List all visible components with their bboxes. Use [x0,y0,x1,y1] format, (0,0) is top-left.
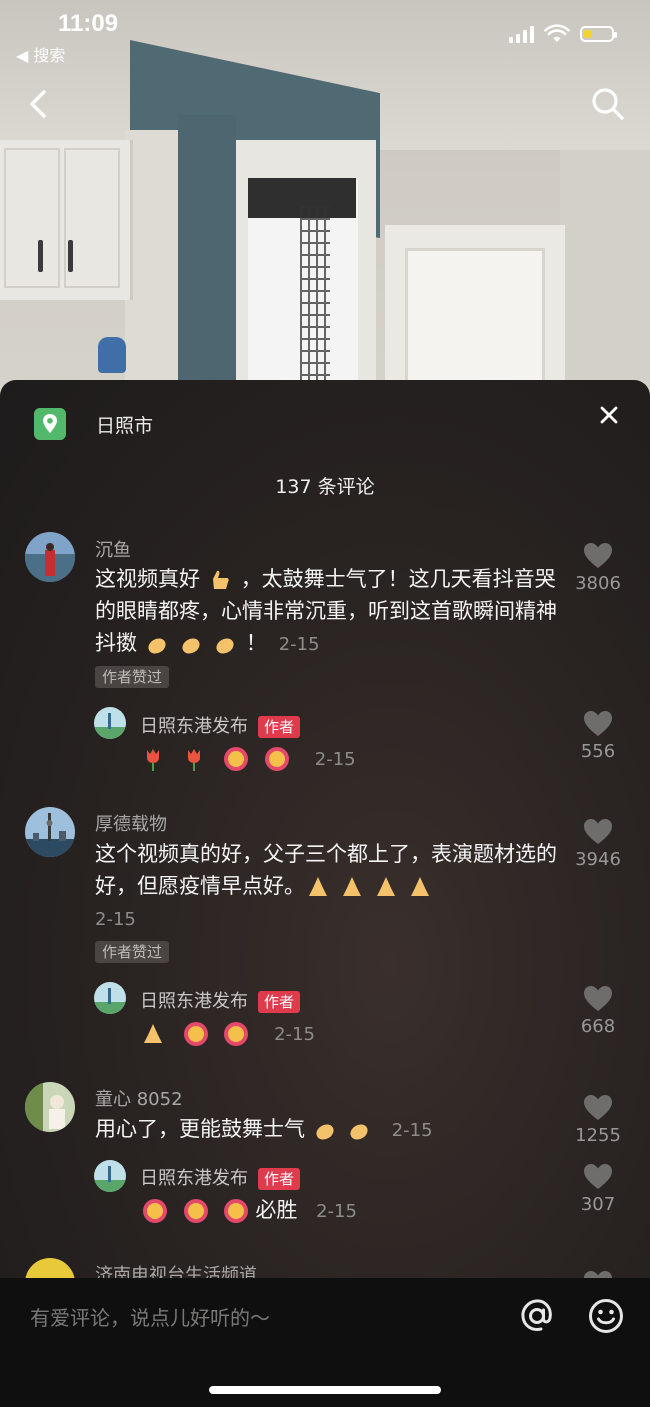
like-button[interactable]: 556 [568,710,628,762]
blue-pillar [178,115,236,400]
avatar[interactable] [94,982,126,1014]
avatar[interactable] [25,807,75,857]
praying-hands-emoji [339,874,367,900]
avatar[interactable] [25,532,75,582]
comment-date: 2-15 [391,1120,433,1141]
like-button[interactable]: 3806 [568,542,628,594]
avatar[interactable] [25,1082,75,1132]
smiley-icon[interactable] [586,1296,626,1336]
reply-text: 必胜 2-15 [140,1194,620,1228]
author-tag: 作者 [258,1168,301,1190]
jiayou-emoji [181,1198,209,1224]
heart-icon [584,1164,612,1189]
cellular-signal-icon [509,25,534,43]
video-background[interactable] [0,0,650,400]
jiayou-emoji [221,1198,249,1224]
comment-username[interactable]: 童心 8052 [95,1085,183,1111]
like-button[interactable]: 307 [568,1163,628,1215]
heart-icon [584,986,612,1011]
jiayou-emoji [140,1198,168,1224]
like-button[interactable]: 668 [568,985,628,1037]
status-icons [509,24,617,44]
author-liked-badge: 作者赞过 [95,666,170,688]
comment-date: 2-15 [95,909,136,930]
like-count: 307 [580,1194,616,1215]
comment-input[interactable]: 有爱评论，说点儿好听的～ [30,1302,270,1331]
praying-hands-emoji [305,874,333,900]
reply-username[interactable]: 日照东港发布 作者 [140,1164,301,1190]
comment-text: 这视频真好 ，太鼓舞士气了！这几天看抖音哭的眼睛都疼，心情非常沉重，听到这首歌瞬… [95,567,557,657]
jiayou-emoji [221,1021,249,1047]
like-count: 556 [580,741,616,762]
home-indicator[interactable] [209,1386,441,1394]
avatar[interactable] [94,707,126,739]
like-button[interactable]: 3946 [568,818,628,870]
wifi-icon [544,24,570,42]
like-count: 668 [580,1016,616,1037]
clapping-emoji [178,631,206,657]
comment-date: 2-15 [278,634,320,655]
praying-hands-emoji [407,874,435,900]
comments-panel: 日照市 137 条评论 沉鱼 这视频真好 ，太鼓舞士气了！这几天看抖音哭的眼睛都… [0,380,650,1280]
heart-icon [584,711,612,736]
author-tag: 作者 [258,991,301,1013]
blue-bottle [98,337,126,373]
jiayou-emoji [221,746,249,772]
close-icon[interactable] [594,400,624,430]
clapping-emoji [212,631,240,657]
at-icon[interactable] [517,1296,557,1336]
like-button[interactable]: 1255 [568,1094,628,1146]
like-count: 3806 [575,573,621,594]
search-icon[interactable] [588,84,628,124]
jiayou-emoji [262,746,290,772]
heart-icon [584,819,612,844]
heart-icon [584,543,612,568]
wall [560,150,650,400]
comment-text: 用心了，更能鼓舞士气 2-15 [95,1117,433,1143]
comment-input-bar: 有爱评论，说点儿好听的～ [0,1278,650,1407]
window-grill [300,205,330,400]
reply-username[interactable]: 日照东港发布 作者 [140,987,301,1013]
reply-date: 2-15 [314,749,356,770]
like-count: 1255 [575,1125,621,1146]
location-label[interactable]: 日照市 [96,411,153,438]
author-liked-badge: 作者赞过 [95,941,170,963]
praying-hands-emoji [140,1021,168,1047]
praying-hands-emoji [373,874,401,900]
avatar[interactable] [94,1160,126,1192]
cabinet [0,140,133,300]
clapping-emoji [144,631,172,657]
like-count: 3946 [575,849,621,870]
battery-icon [580,26,617,42]
reply-text: 2-15 [140,742,620,776]
chevron-left-icon[interactable] [22,84,58,124]
status-time: 11:09 [58,10,119,37]
avatar[interactable] [25,1258,75,1280]
reply-date: 2-15 [316,1201,357,1222]
clapping-emoji [346,1117,374,1143]
heart-icon [584,1095,612,1120]
comment-text: 这个视频真的好，父子三个都上了，表演题材选的好，但愿疫情早点好。 2-15 [95,842,557,930]
tulip-emoji [181,746,209,772]
clapping-emoji [312,1117,340,1143]
map-pin-icon [34,408,66,440]
reply-username[interactable]: 日照东港发布 作者 [140,712,301,738]
author-tag: 作者 [258,716,301,738]
comment-count: 137 条评论 [275,476,375,498]
thumbs-up-emoji [207,567,235,593]
jiayou-emoji [181,1021,209,1047]
reply-date: 2-15 [274,1024,315,1045]
comment-username[interactable]: 厚德载物 [95,810,167,836]
comment-username[interactable]: 沉鱼 [95,536,131,562]
tulip-emoji [140,746,168,772]
reply-text: 2-15 [140,1017,620,1051]
back-to-app-link[interactable]: ◀ 搜索 [16,42,65,66]
wall-segment [125,130,180,400]
inner-door [405,248,545,400]
